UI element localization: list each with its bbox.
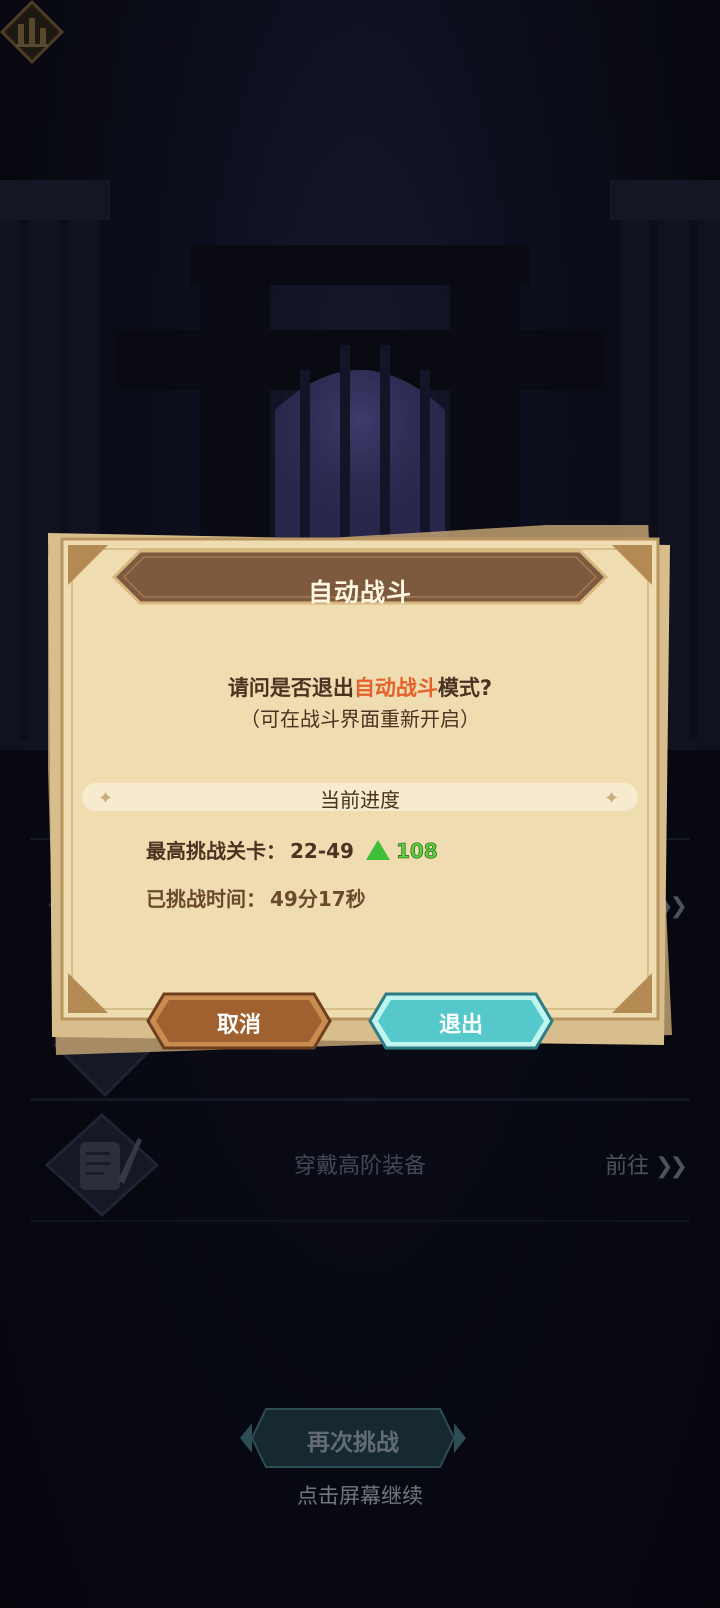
question-prefix: 请问是否退出 [227,676,354,700]
elapsed-time-value: 49分17秒 [270,887,366,911]
highest-stage-label: 最高挑战关卡： [146,839,286,863]
green-up-triangle-icon [365,840,390,860]
question-highlight: 自动战斗 [353,676,438,700]
dialog-hint: （可在战斗界面重新开启） [240,707,480,731]
cancel-button[interactable]: 取消 [144,992,334,1050]
elapsed-time-stat: 已挑战时间： 49分17秒 [146,883,366,912]
exit-button[interactable]: 退出 [366,992,556,1050]
auto-battle-dialog: ✦ ✦ 自动战斗 请问是否退出自动战斗模式? （可在战斗界面重新开启） 当前进度… [48,525,672,1070]
stage-gain-value: 108 [395,839,438,864]
highest-stage-value: 22-49 [290,839,354,863]
elapsed-time-label: 已挑战时间： [146,887,266,911]
highest-stage-stat: 最高挑战关卡： 22-49 108 [146,835,438,864]
dialog-title: 自动战斗 [307,578,412,607]
cancel-button-label: 取消 [216,1013,261,1038]
dialog-question: 请问是否退出自动战斗模式? [48,672,672,702]
progress-section-title: 当前进度 [320,788,400,812]
question-suffix: 模式? [437,676,493,700]
exit-button-label: 退出 [438,1013,483,1038]
